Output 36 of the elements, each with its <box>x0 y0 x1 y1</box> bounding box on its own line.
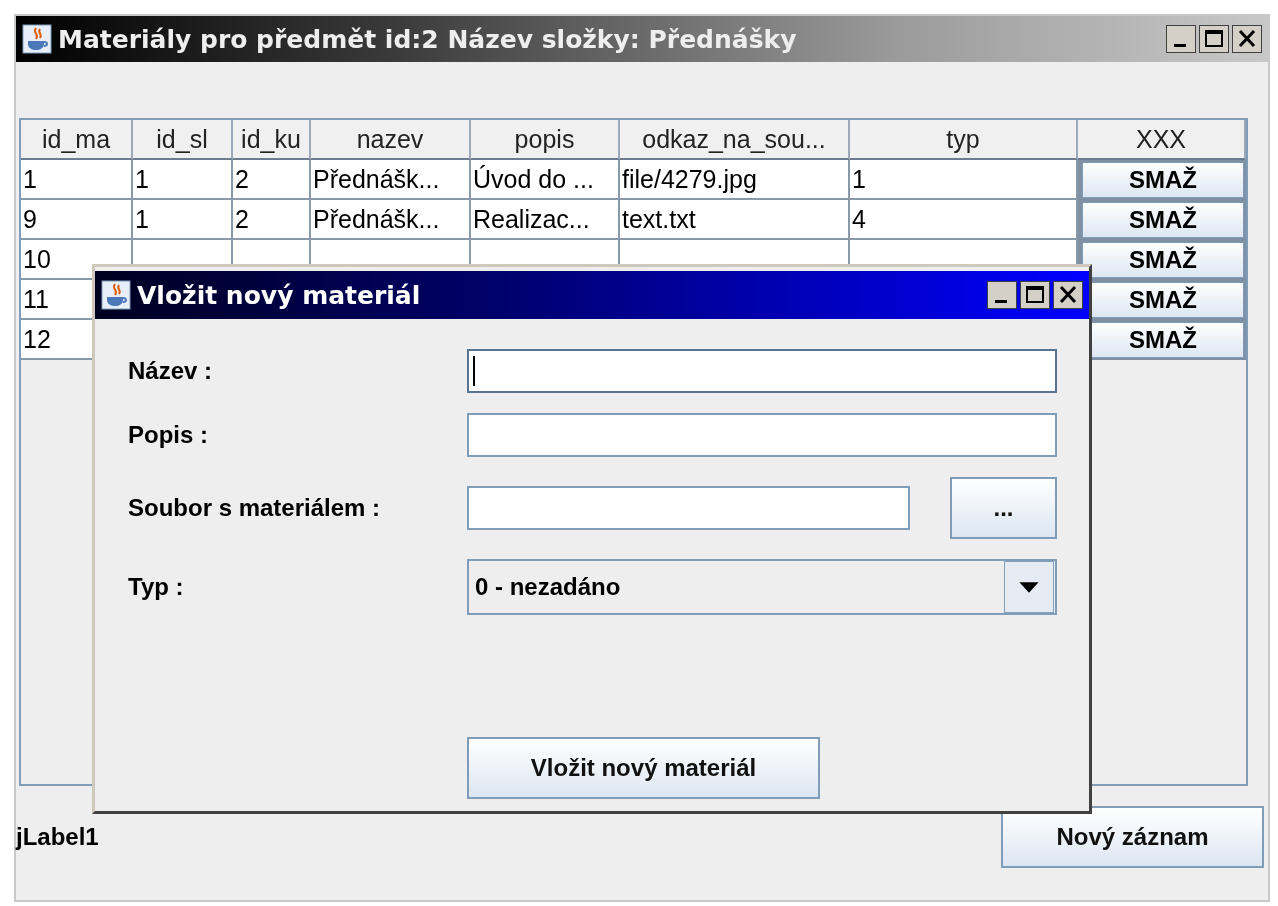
table-cell: Úvod do ... <box>471 160 620 200</box>
submit-button[interactable]: Vložit nový materiál <box>467 737 820 799</box>
field-label: Název : <box>128 357 214 385</box>
delete-button[interactable]: SMAŽ <box>1082 242 1244 278</box>
type-dropdown[interactable]: 0 - nezadáno <box>467 559 1057 615</box>
table-cell: Realizac... <box>471 200 620 240</box>
table-cell: 1 <box>133 200 233 240</box>
status-label: jLabel1 <box>16 823 99 851</box>
table-cell: text.txt <box>620 200 850 240</box>
table-cell: file/4279.jpg <box>620 160 850 200</box>
window-title: Materiály pro předmět id:2 Název složky: Přednášky <box>58 24 797 54</box>
column-header[interactable]: nazev <box>311 120 471 160</box>
table-cell: Přednášk... <box>311 160 471 200</box>
column-header[interactable]: XXX <box>1078 120 1246 160</box>
column-header[interactable]: id_ma <box>21 120 133 160</box>
table-cell: Přednášk... <box>311 200 471 240</box>
table-cell: 1 <box>21 160 133 200</box>
table-cell: 2 <box>233 200 311 240</box>
new-record-button[interactable]: Nový záznam <box>1001 806 1264 868</box>
table-cell: 1 <box>133 160 233 200</box>
column-header[interactable]: typ <box>850 120 1078 160</box>
field-label: Popis : <box>128 421 209 449</box>
delete-button[interactable]: SMAŽ <box>1082 162 1244 198</box>
field-label: Soubor s materiálem : <box>128 494 382 522</box>
field-label: Typ : <box>128 573 185 601</box>
delete-button[interactable]: SMAŽ <box>1082 202 1244 238</box>
table-cell: 1 <box>850 160 1078 200</box>
column-header[interactable]: id_ku <box>233 120 311 160</box>
column-header[interactable]: id_sl <box>133 120 233 160</box>
column-header[interactable]: popis <box>471 120 620 160</box>
table-cell: 2 <box>233 160 311 200</box>
dialog-title: Vložit nový materiál <box>137 280 421 310</box>
table-cell: 4 <box>850 200 1078 240</box>
table-cell: 9 <box>21 200 133 240</box>
browse-button[interactable]: ... <box>950 477 1057 539</box>
column-header[interactable]: odkaz_na_sou... <box>620 120 850 160</box>
